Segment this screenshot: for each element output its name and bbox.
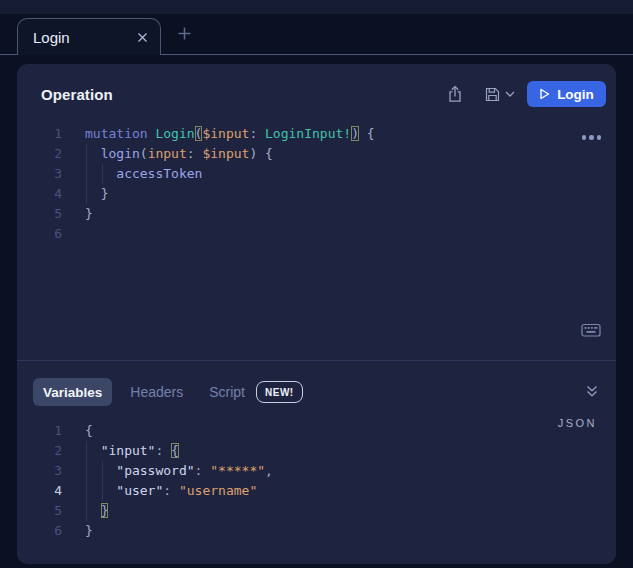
code-token [85,483,116,498]
code-text: "input": { [85,441,179,461]
tab-variables[interactable]: Variables [33,378,112,406]
code-text: "password": "*****", [85,461,273,481]
collapse-panel-icon[interactable] [584,383,600,399]
indent-guide [102,164,103,184]
indent-guide [86,144,87,204]
code-token: mutation [85,126,148,141]
code-token: ) [351,126,359,141]
code-token: : [155,443,171,458]
code-line[interactable]: 5} [17,204,616,224]
tab-title: Login [33,29,70,46]
line-number: 2 [17,144,62,164]
code-token: : [249,126,265,141]
code-text: { [85,421,93,441]
code-token: "input" [101,443,156,458]
code-token [85,463,116,478]
line-number: 4 [17,184,62,204]
line-number: 1 [17,124,62,144]
variables-tab-bar: Variables Headers Script NEW! [33,378,303,406]
operation-header: Operation Login [17,64,616,124]
code-line[interactable]: 3 accessToken [17,164,616,184]
code-line[interactable]: 6} [17,521,616,541]
tab-login[interactable]: Login [17,18,161,55]
tab-script[interactable]: Script [209,384,245,400]
operation-panel: Operation Login 1 mutation Login ( [17,64,616,564]
code-line[interactable]: 1{ [17,421,616,441]
code-token: "*****" [210,463,265,478]
indent-guide [86,441,87,521]
code-token: accessToken [116,166,202,181]
indent-guide [102,461,103,501]
code-token: : [187,146,203,161]
code-token: } [85,206,93,221]
code-token: input [148,146,187,161]
code-line[interactable]: 5 } [17,501,616,521]
code-token: { [359,126,375,141]
tab-headers[interactable]: Headers [130,384,183,400]
code-token: } [101,503,109,518]
play-icon [539,88,550,100]
code-token: ( [140,146,148,161]
code-token: { [171,443,179,458]
line-number: 2 [17,441,62,461]
code-line[interactable]: 2 login(input: $input) { [17,144,616,164]
run-button-label: Login [557,87,594,102]
code-token: "username" [179,483,257,498]
line-number: 4 [17,481,62,501]
code-token: "user" [116,483,163,498]
code-token [85,166,116,181]
code-token: $input [202,146,249,161]
code-line[interactable]: 4 } [17,184,616,204]
app-header-strip [0,0,633,14]
line-number: 3 [17,164,62,184]
operation-editor[interactable]: 1mutation Login($input: LoginInput!) {2 … [17,124,616,244]
code-line[interactable]: 4 "user": "username" [17,481,616,501]
code-token [85,146,101,161]
code-token: } [85,523,93,538]
panel-divider [17,360,616,361]
line-number: 6 [17,224,62,244]
line-number: 1 [17,421,62,441]
code-token: { [85,423,93,438]
code-line[interactable]: 6 [17,224,616,244]
code-line[interactable]: 1 mutation Login($input: LoginInput!) { [17,124,616,144]
line-number: 6 [17,521,62,541]
code-token [85,443,101,458]
code-token: } [85,186,108,201]
code-text: } [85,204,93,224]
code-token: , [265,463,273,478]
run-login-button[interactable]: Login [527,81,606,107]
panel-title: Operation [41,86,113,103]
line-number: 3 [17,461,62,481]
code-line[interactable]: 3 "password": "*****", [17,461,616,481]
code-token: login [101,146,140,161]
keyboard-shortcuts-icon[interactable] [581,322,601,342]
save-icon[interactable] [484,86,501,103]
code-token: : [195,463,211,478]
code-token: : [163,483,179,498]
code-token [85,503,101,518]
code-token: LoginInput! [265,126,351,141]
code-text: login(input: $input) { [85,144,273,164]
line-number: 5 [17,204,62,224]
more-options-icon[interactable] [582,135,602,140]
new-tab-button[interactable] [172,21,196,45]
code-text: } [85,521,93,541]
code-token: "password" [116,463,194,478]
code-text: "user": "username" [85,481,257,501]
code-text: } [85,184,108,204]
code-token: Login [155,126,194,141]
code-text: } [85,501,108,521]
share-icon[interactable] [447,85,463,103]
save-options-chevron-icon[interactable] [505,91,515,97]
variables-editor[interactable]: 1{2 "input": {3 "password": "*****",4 "u… [17,421,616,541]
code-token: $input [202,126,249,141]
new-badge: NEW! [256,381,303,403]
close-icon[interactable] [136,31,149,44]
code-line[interactable]: 2 "input": { [17,441,616,461]
code-token: ) { [249,146,272,161]
line-number: 5 [17,501,62,521]
code-text: mutation Login($input: LoginInput!) { [85,124,375,144]
